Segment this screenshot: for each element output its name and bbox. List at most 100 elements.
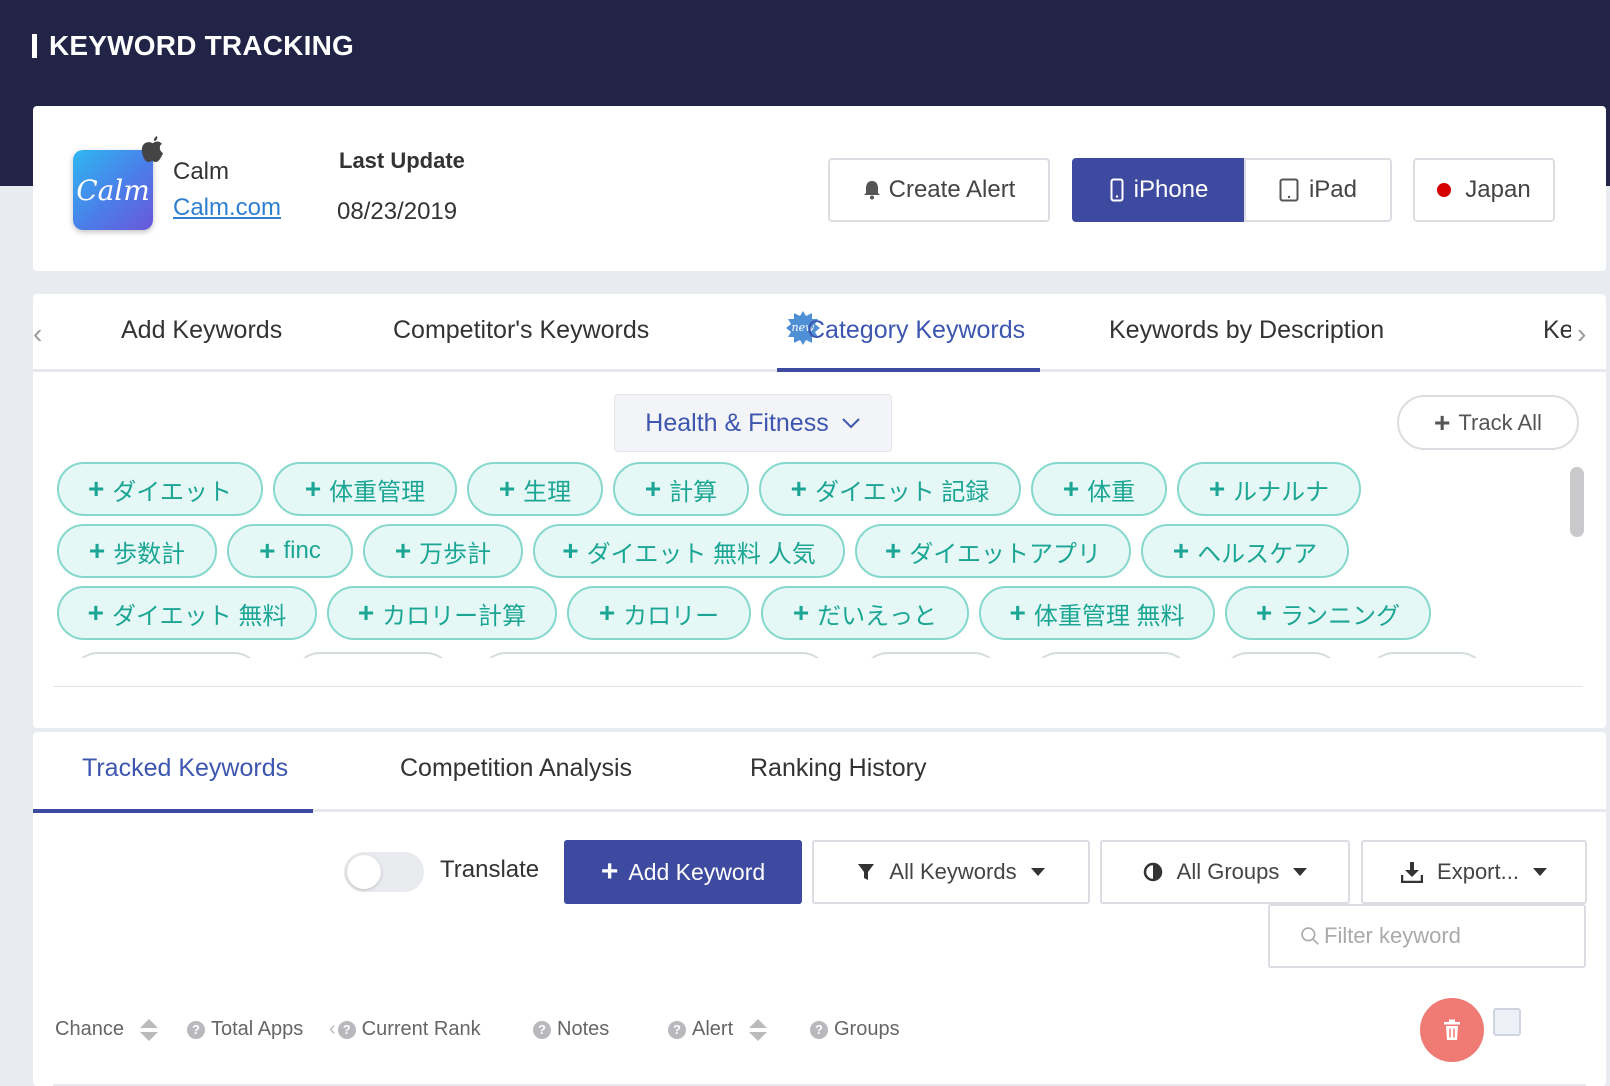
- sort-left-icon[interactable]: ‹: [329, 1018, 336, 1041]
- active-tab-underline: [777, 368, 1040, 372]
- help-icon[interactable]: ?: [668, 1020, 686, 1039]
- tab-add-keywords[interactable]: Add Keywords: [121, 316, 282, 345]
- keyword-pill[interactable]: + 体重管理: [273, 462, 457, 516]
- keyword-pill[interactable]: + 体重: [1031, 462, 1167, 516]
- export-label: Export...: [1437, 859, 1519, 884]
- app-icon-text: Calm: [76, 173, 150, 207]
- title-bar-accent: [32, 34, 37, 58]
- filter-keyword-input[interactable]: [1324, 923, 1584, 949]
- keyword-pill[interactable]: + 生理: [467, 462, 603, 516]
- caret-down-icon: [1030, 868, 1045, 876]
- column-alert-label: Alert: [692, 1018, 734, 1040]
- create-alert-label: Create Alert: [888, 176, 1016, 203]
- tab-category-keywords[interactable]: Category Keywords: [807, 316, 1025, 345]
- tab-tracked-keywords[interactable]: Tracked Keywords: [82, 754, 288, 783]
- column-chance-label: Chance: [55, 1018, 124, 1040]
- toggle-knob: [347, 855, 381, 889]
- filter-keyword-field[interactable]: [1268, 904, 1586, 968]
- tracked-keywords-card: Tracked Keywords Competition Analysis Ra…: [33, 732, 1606, 1086]
- download-icon: [1401, 862, 1424, 883]
- column-groups[interactable]: ? Groups: [810, 1018, 900, 1041]
- column-notes[interactable]: ? Notes: [533, 1018, 609, 1041]
- device-iphone-button[interactable]: iPhone: [1072, 158, 1246, 222]
- help-icon[interactable]: ?: [337, 1020, 356, 1039]
- column-alert[interactable]: ? Alert: [668, 1018, 768, 1041]
- keyword-pill[interactable]: + ダイエット 無料: [57, 586, 317, 640]
- keyword-pill[interactable]: + 体重管理 無料: [979, 586, 1215, 640]
- create-alert-button[interactable]: Create Alert: [828, 158, 1050, 222]
- sort-icon[interactable]: [749, 1018, 768, 1041]
- keyword-pill[interactable]: + finc: [227, 524, 353, 578]
- suggested-keywords-list: + ダイエット + 体重管理 + 生理 + 計算 + ダイエット 記録 + 体重 + ルナルナ…: [55, 462, 1545, 658]
- track-all-button[interactable]: + Track All: [1397, 395, 1579, 450]
- keyword-pill-clipped: [861, 652, 1001, 658]
- sort-icon[interactable]: [139, 1018, 158, 1041]
- plus-icon: +: [600, 855, 619, 888]
- keywords-filter-dropdown[interactable]: All Keywords: [812, 840, 1090, 904]
- export-dropdown[interactable]: Export...: [1361, 840, 1587, 904]
- search-icon: [1301, 927, 1319, 945]
- groups-filter-label: All Groups: [1176, 859, 1280, 884]
- keywords-filter-label: All Keywords: [889, 859, 1017, 884]
- caret-down-icon: [1293, 868, 1308, 876]
- keyword-pill[interactable]: + 歩数計: [57, 524, 217, 578]
- app-website-link[interactable]: Calm.com: [173, 194, 281, 222]
- keyword-pill[interactable]: + ランニング: [1225, 586, 1431, 640]
- keyword-pill[interactable]: + ルナルナ: [1177, 462, 1361, 516]
- keyword-pill[interactable]: + ヘルスケア: [1141, 524, 1349, 578]
- country-select[interactable]: Japan: [1413, 158, 1555, 222]
- groups-filter-dropdown[interactable]: All Groups: [1100, 840, 1350, 904]
- column-notes-label: Notes: [557, 1018, 610, 1040]
- category-selected-label: Health & Fitness: [645, 408, 829, 437]
- column-current-rank-label: Current Rank: [361, 1018, 481, 1040]
- keyword-pill[interactable]: + カロリー: [567, 586, 751, 640]
- device-ipad-button[interactable]: iPad: [1244, 158, 1392, 222]
- trash-icon: [1444, 1019, 1460, 1040]
- keyword-pill[interactable]: + ダイエット 記録: [759, 462, 1021, 516]
- device-iphone-label: iPhone: [1133, 176, 1209, 203]
- caret-down-icon: [1532, 868, 1547, 876]
- tablet-icon: [1279, 178, 1299, 202]
- category-dropdown[interactable]: Health & Fitness: [614, 394, 892, 452]
- column-chance[interactable]: Chance: [55, 1018, 158, 1041]
- track-all-label: Track All: [1458, 409, 1542, 435]
- help-icon[interactable]: ?: [810, 1020, 828, 1039]
- keywords-scrollbar[interactable]: [1570, 467, 1584, 537]
- last-update-label: Last Update: [339, 148, 465, 173]
- tab-competition-analysis[interactable]: Competition Analysis: [400, 754, 632, 783]
- phone-icon: [1110, 178, 1124, 202]
- keyword-suggestions-card: ‹ Add Keywords Competitor's Keywords new…: [33, 294, 1606, 728]
- keyword-pill[interactable]: + 計算: [613, 462, 749, 516]
- tab-keywords-by-description[interactable]: Keywords by Description: [1109, 316, 1384, 345]
- apple-icon: [141, 136, 163, 162]
- tabs-scroll-left-icon[interactable]: ‹: [33, 318, 42, 350]
- keyword-pill-clipped: [1367, 652, 1487, 658]
- keyword-pill[interactable]: + ダイエット 無料 人気: [533, 524, 845, 578]
- column-current-rank[interactable]: ‹ ? Current Rank: [329, 1018, 481, 1041]
- last-update-date: 08/23/2019: [337, 198, 458, 225]
- tabs-scroll-right-icon[interactable]: ›: [1577, 318, 1586, 350]
- page-title-text: KEYWORD TRACKING: [49, 30, 354, 61]
- delete-button[interactable]: [1420, 998, 1484, 1062]
- translate-toggle[interactable]: [344, 852, 424, 892]
- add-keyword-button[interactable]: + Add Keyword: [564, 840, 802, 904]
- column-total-apps[interactable]: ? Total Apps: [187, 1018, 303, 1041]
- divider: [53, 686, 1583, 687]
- plus-icon: +: [1434, 406, 1451, 438]
- active-tab-underline: [33, 809, 313, 813]
- tab-truncated[interactable]: Ke: [1543, 316, 1571, 345]
- keyword-pill[interactable]: + ダイエット: [57, 462, 263, 516]
- bell-icon: [863, 181, 880, 200]
- keyword-pill[interactable]: + 万歩計: [363, 524, 523, 578]
- tab-competitors-keywords[interactable]: Competitor's Keywords: [393, 316, 649, 345]
- tab-ranking-history[interactable]: Ranking History: [750, 754, 926, 783]
- keyword-pill[interactable]: + カロリー計算: [327, 586, 557, 640]
- help-icon[interactable]: ?: [187, 1020, 205, 1039]
- help-icon[interactable]: ?: [533, 1020, 551, 1039]
- japan-flag-icon: [1437, 183, 1452, 197]
- select-all-checkbox[interactable]: [1493, 1008, 1521, 1036]
- funnel-icon: [858, 864, 875, 880]
- add-keyword-label: Add Keyword: [628, 858, 766, 885]
- keyword-pill[interactable]: + だいえっと: [761, 586, 969, 640]
- keyword-pill[interactable]: + ダイエットアプリ: [855, 524, 1131, 578]
